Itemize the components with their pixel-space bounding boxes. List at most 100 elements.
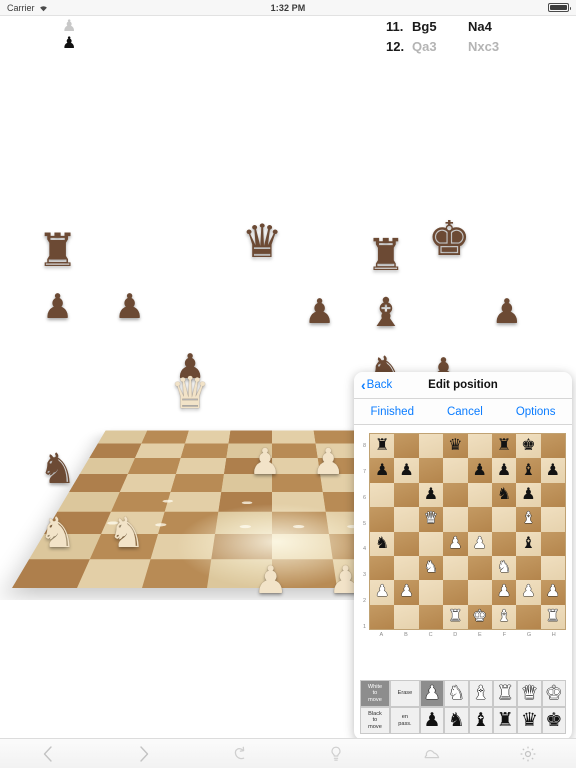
mini-board-square[interactable]	[540, 434, 565, 459]
mini-board-square[interactable]: ♝	[516, 507, 541, 532]
board-piece-3d[interactable]: ♟	[304, 295, 334, 329]
board-square[interactable]	[272, 430, 316, 444]
white-to-move-button[interactable]: White to move	[360, 680, 390, 707]
mini-board-square[interactable]	[418, 604, 444, 629]
next-move-button[interactable]	[96, 745, 192, 763]
mini-board-square[interactable]: ♛	[443, 434, 468, 459]
piece-palette[interactable]: White to move Erase ♟ ♞ ♝ ♜ ♛ ♚ Black to move en …	[360, 680, 567, 734]
white-king-tool[interactable]: ♚	[541, 680, 567, 707]
board-square[interactable]	[119, 474, 176, 492]
board-square[interactable]	[272, 491, 326, 512]
board-piece-3d[interactable]: ♛	[170, 372, 209, 416]
mini-board-square[interactable]	[418, 434, 444, 459]
mini-board-square[interactable]: ♜	[540, 604, 565, 629]
mini-board-square[interactable]	[370, 604, 395, 629]
mini-board-piece[interactable]: ♜	[448, 608, 462, 625]
mini-board-square[interactable]: ♛	[418, 507, 444, 532]
mini-board-square[interactable]: ♜	[370, 434, 395, 459]
board-square[interactable]	[69, 474, 128, 492]
mini-board-square[interactable]	[394, 507, 419, 532]
mini-board-square[interactable]	[394, 482, 419, 508]
board-square[interactable]	[207, 559, 272, 588]
mini-board-piece[interactable]: ♝	[521, 511, 535, 527]
move-black[interactable]: Na4	[468, 19, 524, 34]
mini-board-square[interactable]: ♟	[540, 580, 565, 605]
mini-board-square[interactable]	[491, 507, 517, 532]
mini-board-square[interactable]: ♞	[491, 555, 517, 581]
black-king-tool[interactable]: ♚	[541, 707, 567, 734]
board-square[interactable]	[272, 559, 337, 588]
mini-board-square[interactable]: ♟	[418, 482, 444, 508]
mini-board-square[interactable]: ♟	[491, 458, 517, 483]
mini-board-square[interactable]	[370, 507, 395, 532]
mini-board-square[interactable]: ♟	[540, 458, 565, 483]
hint-button[interactable]	[288, 745, 384, 763]
mini-board-square[interactable]	[516, 604, 541, 629]
mini-board-square[interactable]: ♟	[394, 580, 419, 605]
board-square[interactable]	[164, 491, 222, 512]
board-square[interactable]	[127, 458, 181, 475]
mini-board-square[interactable]	[443, 458, 468, 483]
board-square[interactable]	[313, 430, 360, 444]
mini-board-square[interactable]	[491, 531, 517, 556]
settings-button[interactable]	[480, 745, 576, 763]
move-black[interactable]: Nxc3	[468, 39, 524, 54]
previous-move-button[interactable]	[0, 745, 96, 763]
mini-board-piece[interactable]: ♟	[497, 462, 511, 479]
board-square[interactable]	[184, 430, 231, 444]
board-square[interactable]	[228, 430, 272, 444]
mini-board-square[interactable]: ♞	[491, 482, 517, 508]
board-piece-3d[interactable]: ♟	[114, 290, 144, 324]
mini-board-square[interactable]: ♚	[467, 604, 492, 629]
white-knight-tool[interactable]: ♞	[444, 680, 469, 707]
white-rook-tool[interactable]: ♜	[492, 680, 518, 707]
mini-board-square[interactable]	[540, 531, 565, 556]
board-square[interactable]	[158, 511, 219, 535]
erase-button[interactable]: Erase	[389, 680, 420, 707]
board-piece-3d[interactable]: ♚	[428, 216, 471, 264]
mini-board-piece[interactable]: ♟	[399, 584, 413, 600]
mini-board-square[interactable]: ♞	[370, 531, 395, 556]
mini-board-piece[interactable]: ♟	[546, 584, 560, 600]
board-square[interactable]	[44, 511, 111, 535]
board-piece-3d[interactable]: ♛	[241, 218, 282, 264]
mini-board-piece[interactable]: ♝	[497, 608, 511, 625]
mini-board-square[interactable]	[540, 555, 565, 581]
mini-board-square[interactable]	[467, 507, 492, 532]
mini-board-square[interactable]	[418, 580, 444, 605]
board-square[interactable]	[272, 443, 318, 459]
board-square[interactable]	[215, 511, 272, 535]
board-square[interactable]	[89, 443, 142, 459]
board-piece-3d[interactable]: ♜	[366, 234, 405, 278]
mini-board-piece[interactable]: ♟	[375, 462, 389, 479]
board-square[interactable]	[218, 491, 272, 512]
finished-button[interactable]: Finished	[371, 406, 414, 418]
board-square[interactable]	[141, 430, 189, 444]
board-square[interactable]	[272, 474, 323, 492]
board-square[interactable]	[79, 458, 135, 475]
mini-board-square[interactable]: ♟	[443, 531, 468, 556]
mini-board-piece[interactable]: ♚	[521, 438, 535, 454]
mini-board-square[interactable]	[443, 507, 468, 532]
move-white[interactable]: Bg5	[412, 19, 468, 34]
move-row[interactable]: 11. Bg5 Na4	[386, 19, 524, 39]
board-piece-3d[interactable]: ♝	[368, 293, 404, 333]
mini-board-square[interactable]	[540, 482, 565, 508]
board-square[interactable]	[134, 443, 185, 459]
options-button[interactable]: Options	[516, 406, 556, 418]
board-square[interactable]	[223, 458, 272, 475]
board-square[interactable]	[89, 534, 159, 560]
board-piece-3d[interactable]: ♜	[37, 227, 78, 273]
mini-board-square[interactable]: ♟	[491, 580, 517, 605]
mini-board-piece[interactable]: ♝	[521, 535, 535, 552]
mini-board-piece[interactable]: ♜	[497, 438, 511, 454]
board-piece-3d[interactable]: ♟	[42, 290, 72, 324]
mini-board-piece[interactable]: ♜	[375, 438, 389, 454]
board-square[interactable]	[77, 559, 151, 588]
mini-board-square[interactable]	[467, 482, 492, 508]
board-piece-3d[interactable]: ♟	[175, 350, 205, 384]
board-square[interactable]	[97, 430, 148, 444]
mini-board-piece[interactable]: ♟	[497, 584, 511, 600]
mini-board-piece[interactable]: ♟	[473, 535, 487, 552]
mini-board-piece[interactable]: ♟	[375, 584, 389, 600]
